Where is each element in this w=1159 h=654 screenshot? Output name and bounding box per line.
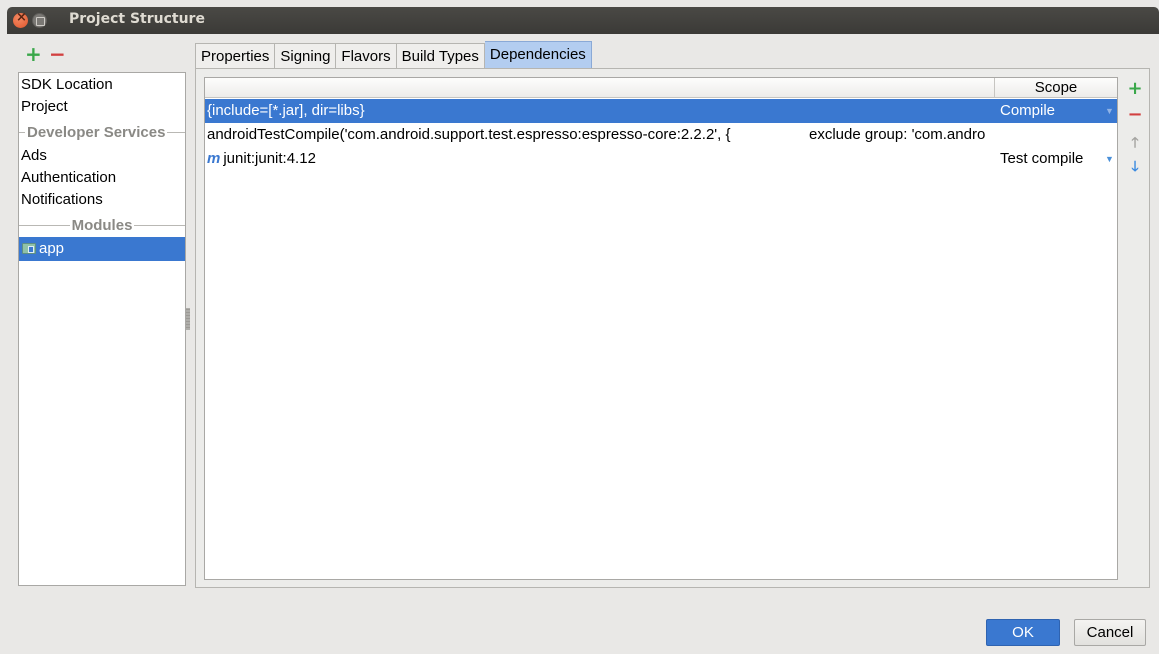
add-dependency-icon[interactable]: + [1127,79,1143,99]
dependencies-table: Scope {include=[*.jar], dir=libs} Compil… [204,77,1118,580]
scope-cell[interactable]: Compile [1000,99,1100,123]
module-settings-tabs: Properties Signing Flavors Build Types D… [195,41,592,69]
module-label: app [39,240,65,257]
dependency-cell: androidTestCompile('com.android.support.… [207,126,731,143]
remove-module-icon[interactable]: − [49,44,66,64]
scope-column-header[interactable]: Scope [995,78,1117,98]
sidebar-item-authentication[interactable]: Authentication [21,167,116,189]
sidebar-item-sdk-location[interactable]: SDK Location [21,74,113,96]
scope-dropdown-icon[interactable]: ▼ [1105,99,1114,123]
developer-services-separator: Developer Services [19,121,185,143]
project-structure-sidebar: SDK Location Project Developer Services … [18,72,186,586]
table-row[interactable]: androidTestCompile('com.android.support.… [205,123,1117,147]
module-folder-icon [22,243,36,254]
table-header: Scope [205,78,1117,98]
dependency-label: junit:junit:4.12 [223,150,316,167]
move-up-icon[interactable]: 🡑 [1127,133,1143,153]
tab-dependencies[interactable]: Dependencies [484,41,592,69]
maven-library-icon: m [207,150,221,167]
modules-separator: Modules [19,214,185,236]
table-row[interactable]: {include=[*.jar], dir=libs} Compile ▼ [205,99,1117,123]
ok-button[interactable]: OK [986,619,1060,646]
tab-signing[interactable]: Signing [275,43,337,69]
add-module-icon[interactable]: + [25,44,42,64]
sidebar-item-notifications[interactable]: Notifications [21,189,103,211]
modules-header: Modules [71,216,133,234]
sidebar-item-ads[interactable]: Ads [21,145,47,167]
dependency-cell: m junit:junit:4.12 [207,147,993,171]
dependency-extra-cell: exclude group: 'com.andro [809,126,986,143]
sidebar-item-app[interactable]: app [19,237,185,261]
scope-cell[interactable]: Test compile [1000,147,1100,171]
table-row[interactable]: m junit:junit:4.12 Test compile ▼ [205,147,1117,171]
close-window-icon[interactable] [13,10,28,28]
sidebar-item-project[interactable]: Project [21,96,68,118]
scope-dropdown-icon[interactable]: ▼ [1105,147,1114,171]
splitter-handle[interactable] [186,308,190,330]
dependencies-panel: Scope {include=[*.jar], dir=libs} Compil… [195,68,1150,588]
developer-services-header: Developer Services [27,123,166,141]
remove-dependency-icon[interactable]: − [1127,105,1143,125]
dependency-column-header[interactable] [205,78,995,98]
tab-build-types[interactable]: Build Types [396,43,485,69]
dependency-cell: {include=[*.jar], dir=libs} [207,102,365,119]
tab-flavors[interactable]: Flavors [336,43,397,69]
window-title: Project Structure [69,11,205,27]
title-bar: Project Structure [7,7,1159,34]
minimize-window-icon[interactable] [32,13,47,28]
cancel-button[interactable]: Cancel [1074,619,1146,646]
move-down-icon[interactable]: 🡓 [1127,157,1143,177]
tab-properties[interactable]: Properties [195,43,276,69]
